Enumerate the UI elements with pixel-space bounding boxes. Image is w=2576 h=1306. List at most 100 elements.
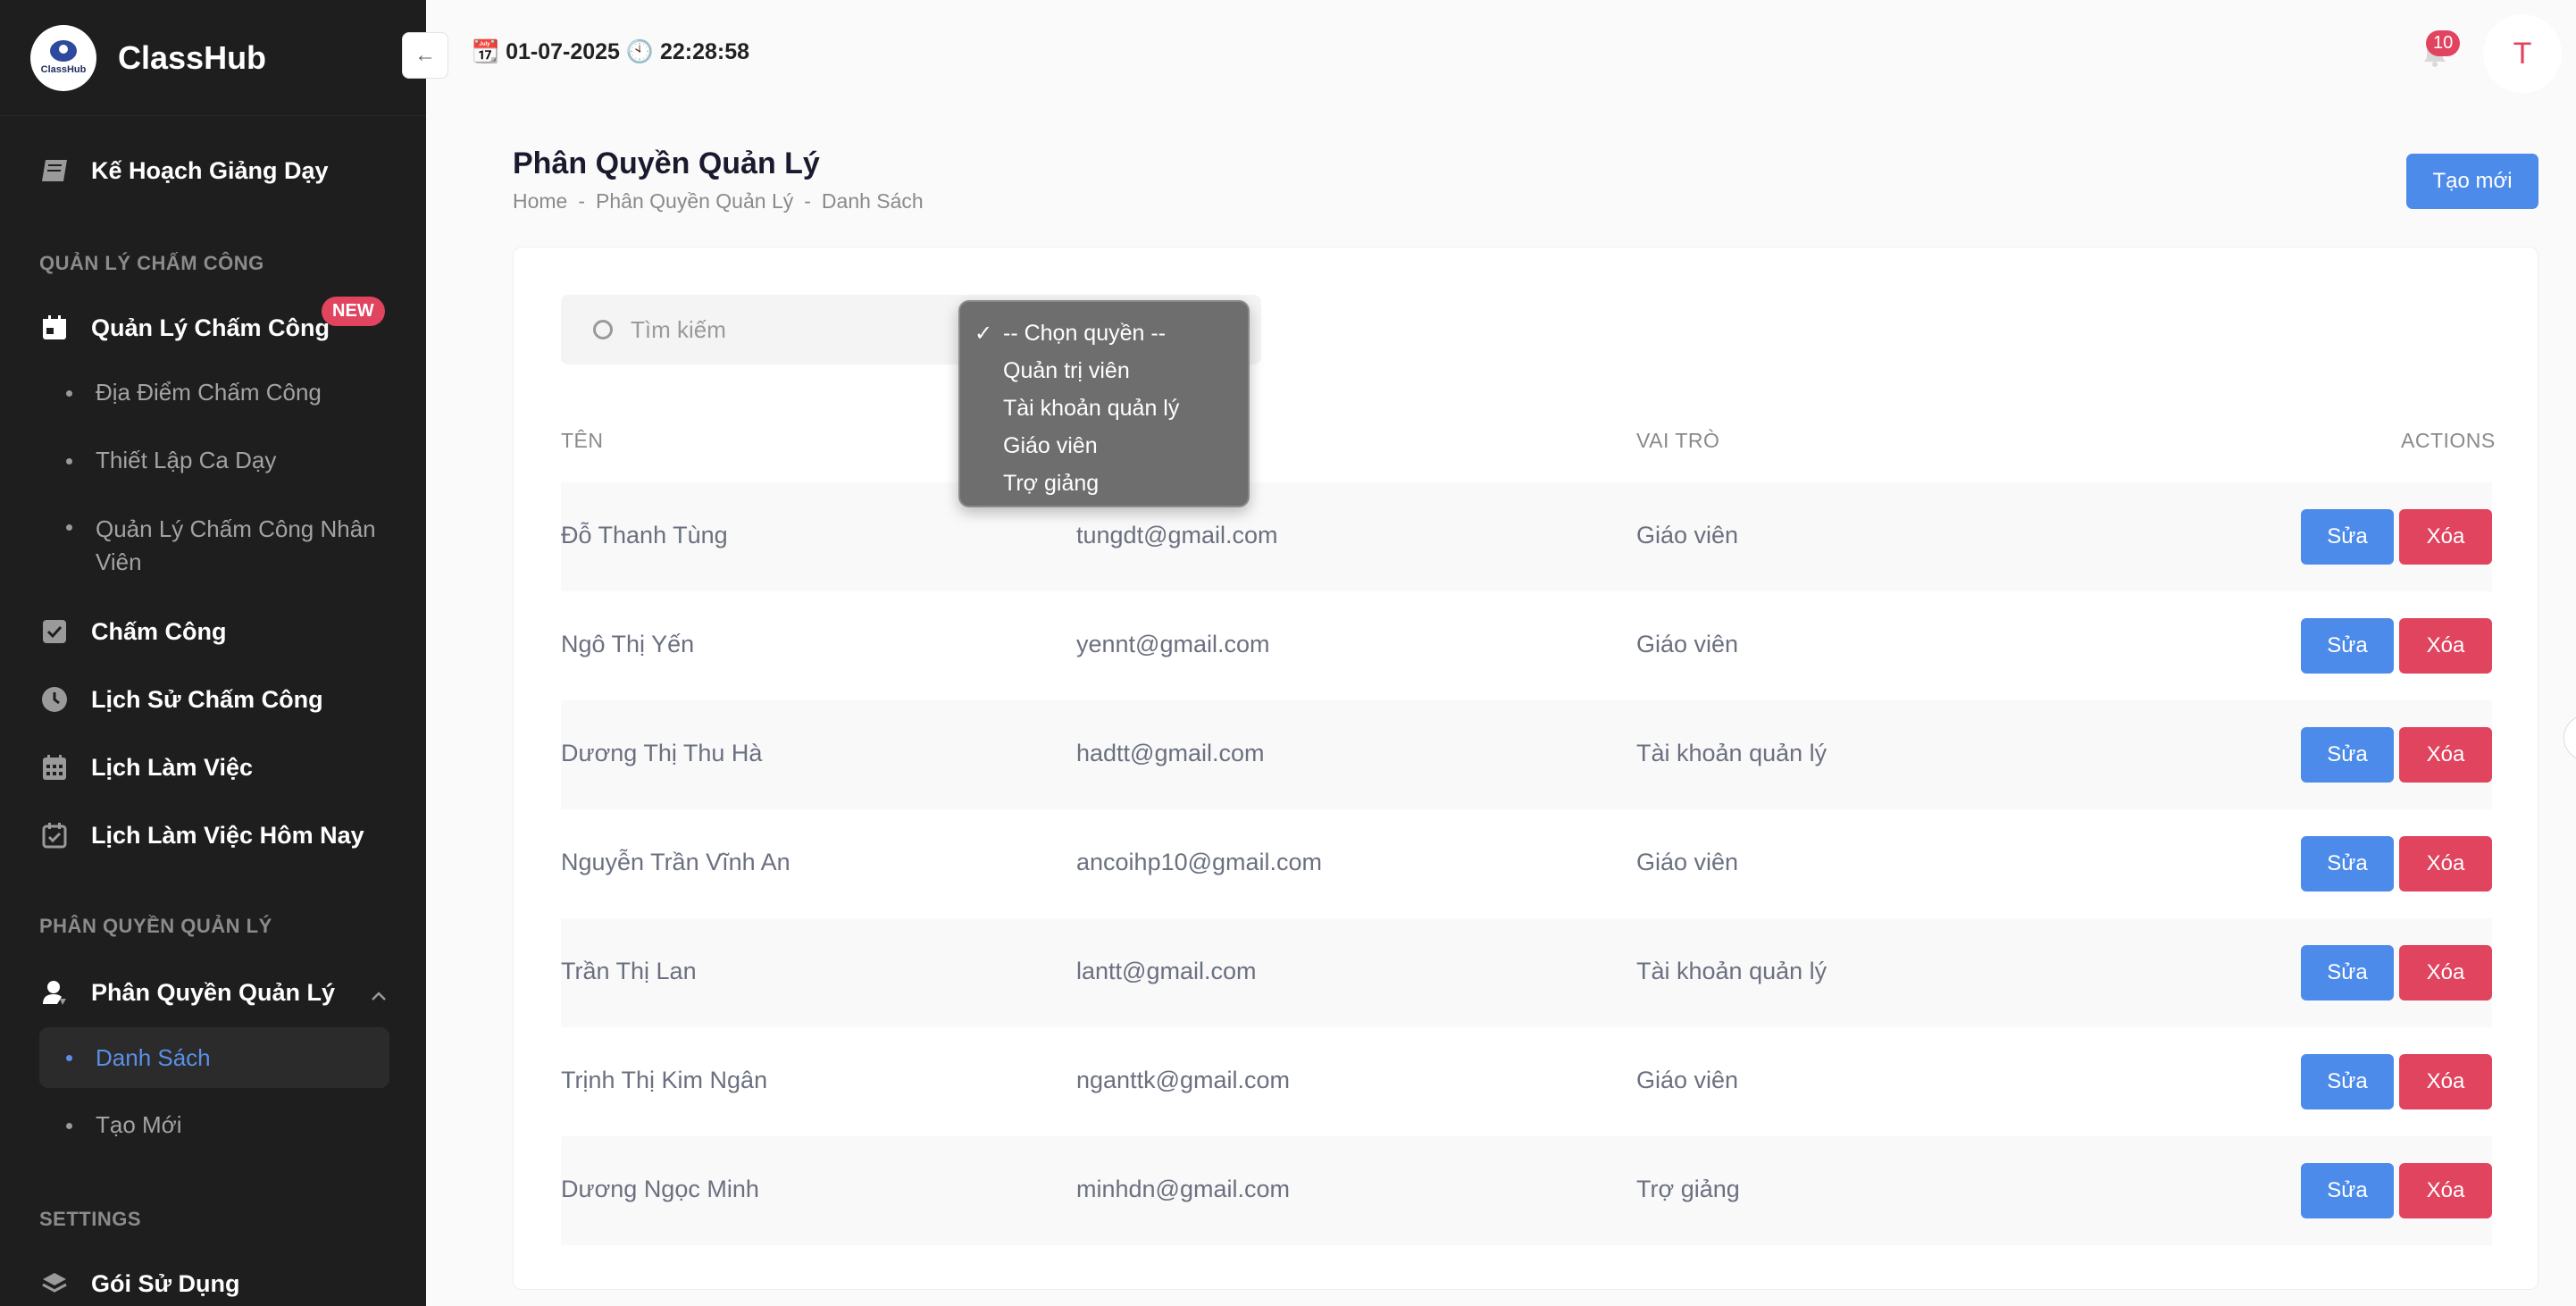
- calendar-icon: [39, 313, 70, 343]
- dropdown-option-label: -- Chọn quyền --: [1003, 320, 1167, 346]
- sidebar-item-plans[interactable]: Gói Sử Dụng: [39, 1268, 240, 1299]
- breadcrumb-permissions[interactable]: Phân Quyền Quản Lý: [596, 189, 793, 213]
- book-icon: [39, 155, 70, 186]
- sidebar-item-label: Chấm Công: [91, 617, 227, 645]
- table-row: Dương Thị Thu Hà hadtt@gmail.com Tài kho…: [561, 700, 2492, 809]
- dropdown-option[interactable]: Giáo viên: [960, 427, 1248, 465]
- new-badge: NEW: [322, 297, 385, 326]
- delete-button[interactable]: Xóa: [2399, 1163, 2492, 1218]
- sidebar-item-label: Phân Quyền Quản Lý: [91, 978, 336, 1006]
- checkbox-icon: [39, 616, 70, 647]
- sidebar-subitem-label: Tạo Mới: [96, 1111, 182, 1138]
- delete-button[interactable]: Xóa: [2399, 945, 2492, 1000]
- create-new-button[interactable]: Tạo mới: [2406, 154, 2538, 209]
- current-datetime: 📆 01-07-2025 🕙 22:28:58: [472, 39, 750, 64]
- sidebar-item-checkin[interactable]: Chấm Công: [39, 616, 227, 647]
- cell-role: Tài khoản quản lý: [1636, 740, 1827, 766]
- table-row: Trịnh Thị Kim Ngân nganttk@gmail.com Giá…: [561, 1027, 2492, 1136]
- brand-name: ClassHub: [118, 38, 267, 76]
- delete-button[interactable]: Xóa: [2399, 836, 2492, 892]
- search-input[interactable]: [631, 315, 970, 344]
- dropdown-option-label: Giáo viên: [1003, 432, 1098, 458]
- sidebar-item-label: Lịch Làm Việc Hôm Nay: [91, 821, 364, 849]
- brand-logo: ClassHub: [30, 24, 96, 91]
- dropdown-option-selected[interactable]: ✓ -- Chọn quyền --: [960, 314, 1248, 352]
- delete-button[interactable]: Xóa: [2399, 618, 2492, 674]
- sidebar-item-label: Kế Hoạch Giảng Dạy: [91, 156, 329, 184]
- breadcrumb-home[interactable]: Home: [513, 189, 567, 213]
- table-row: Dương Ngọc Minh minhdn@gmail.com Trợ giả…: [561, 1136, 2492, 1245]
- sidebar-item-label: Quản Lý Chấm Công: [91, 314, 330, 341]
- sidebar-subitem-staff-attendance[interactable]: Quản Lý Chấm Công Nhân Viên: [66, 513, 376, 579]
- cell-name: Trần Thị Lan: [561, 958, 697, 984]
- sidebar-item-permissions[interactable]: Phân Quyền Quản Lý: [39, 977, 389, 1008]
- sidebar-subitem-label: Danh Sách: [96, 1043, 211, 1071]
- brand-logo-text: ClassHub: [40, 64, 87, 75]
- dropdown-option[interactable]: Trợ giảng: [960, 465, 1248, 502]
- sidebar-item-history[interactable]: Lịch Sử Chấm Công: [39, 684, 323, 715]
- sidebar-item-teaching-plan[interactable]: Kế Hoạch Giảng Dạy: [39, 155, 329, 186]
- brand[interactable]: ClassHub ClassHub: [0, 0, 426, 116]
- cell-role: Giáo viên: [1636, 522, 1739, 548]
- calendar-grid-icon: [39, 752, 70, 783]
- cell-email: hadtt@gmail.com: [1076, 740, 1265, 766]
- edge-handle[interactable]: [2563, 715, 2576, 761]
- edit-button[interactable]: Sửa: [2301, 1054, 2394, 1109]
- cell-email: tungdt@gmail.com: [1076, 522, 1278, 548]
- cell-role: Tài khoản quản lý: [1636, 958, 1827, 984]
- role-filter-dropdown[interactable]: ✓ -- Chọn quyền -- Quản trị viên Tài kho…: [958, 300, 1250, 507]
- delete-button[interactable]: Xóa: [2399, 727, 2492, 783]
- sidebar-subitem-create[interactable]: Tạo Mới: [66, 1111, 182, 1139]
- avatar[interactable]: T: [2483, 14, 2562, 93]
- sidebar-item-label: Gói Sử Dụng: [91, 1269, 240, 1297]
- sidebar-item-label: Lịch Làm Việc: [91, 753, 254, 781]
- cell-name: Trịnh Thị Kim Ngân: [561, 1067, 768, 1093]
- delete-button[interactable]: Xóa: [2399, 509, 2492, 565]
- sidebar-item-schedule-today[interactable]: Lịch Làm Việc Hôm Nay: [39, 820, 364, 850]
- table-row: Trần Thị Lan lantt@gmail.com Tài khoản q…: [561, 918, 2492, 1027]
- sidebar-item-attendance-manage[interactable]: Quản Lý Chấm Công: [39, 313, 330, 343]
- breadcrumb-separator: -: [578, 189, 586, 213]
- edit-button[interactable]: Sửa: [2301, 618, 2394, 674]
- page-title: Phân Quyền Quản Lý: [513, 147, 820, 180]
- chevron-up-icon[interactable]: [370, 981, 388, 1009]
- edit-button[interactable]: Sửa: [2301, 509, 2394, 565]
- sidebar-subitem-shifts[interactable]: Thiết Lập Ca Dạy: [66, 447, 276, 474]
- cell-name: Nguyễn Trần Vĩnh An: [561, 849, 790, 875]
- cell-role: Trợ giảng: [1636, 1176, 1740, 1202]
- edit-button[interactable]: Sửa: [2301, 945, 2394, 1000]
- sidebar-subitem-label: Thiết Lập Ca Dạy: [96, 447, 277, 473]
- search-icon: [593, 320, 613, 339]
- column-header-role: VAI TRÒ: [1636, 429, 1720, 452]
- section-label-attendance: QUẢN LÝ CHẤM CÔNG: [39, 252, 264, 274]
- cell-email: lantt@gmail.com: [1076, 958, 1257, 984]
- edit-button[interactable]: Sửa: [2301, 1163, 2394, 1218]
- column-header-name: TÊN: [561, 429, 604, 452]
- sidebar-subitem-locations[interactable]: Địa Điểm Chấm Công: [66, 379, 322, 406]
- dropdown-option[interactable]: Tài khoản quản lý: [960, 389, 1248, 427]
- sidebar-item-schedule[interactable]: Lịch Làm Việc: [39, 752, 253, 783]
- sidebar-subitem-label-line2: Viên: [96, 548, 142, 575]
- edit-button[interactable]: Sửa: [2301, 836, 2394, 892]
- section-label-settings: SETTINGS: [39, 1208, 142, 1230]
- edit-button[interactable]: Sửa: [2301, 727, 2394, 783]
- layers-icon: [39, 1268, 70, 1299]
- breadcrumb: Home - Phân Quyền Quản Lý - Danh Sách: [513, 189, 924, 213]
- dropdown-option-label: Trợ giảng: [1003, 470, 1100, 496]
- cell-email: yennt@gmail.com: [1076, 631, 1270, 657]
- checkmark-icon: ✓: [974, 321, 993, 346]
- sidebar-item-label: Lịch Sử Chấm Công: [91, 685, 323, 713]
- dropdown-option[interactable]: Quản trị viên: [960, 352, 1248, 389]
- arrow-left-icon: ←: [414, 43, 436, 67]
- bullet-dot: [66, 1123, 72, 1129]
- sidebar-subitem-label: Địa Điểm Chấm Công: [96, 379, 322, 406]
- cell-role: Giáo viên: [1636, 849, 1739, 875]
- sidebar-subitem-list[interactable]: Danh Sách: [39, 1027, 389, 1088]
- notification-count-badge: 10: [2426, 30, 2461, 56]
- delete-button[interactable]: Xóa: [2399, 1054, 2492, 1109]
- cell-name: Dương Ngọc Minh: [561, 1176, 759, 1202]
- breadcrumb-separator: -: [804, 189, 811, 213]
- sidebar-collapse-button[interactable]: ←: [402, 32, 448, 79]
- clock-icon: [39, 684, 70, 715]
- calendar-check-icon: [39, 820, 70, 850]
